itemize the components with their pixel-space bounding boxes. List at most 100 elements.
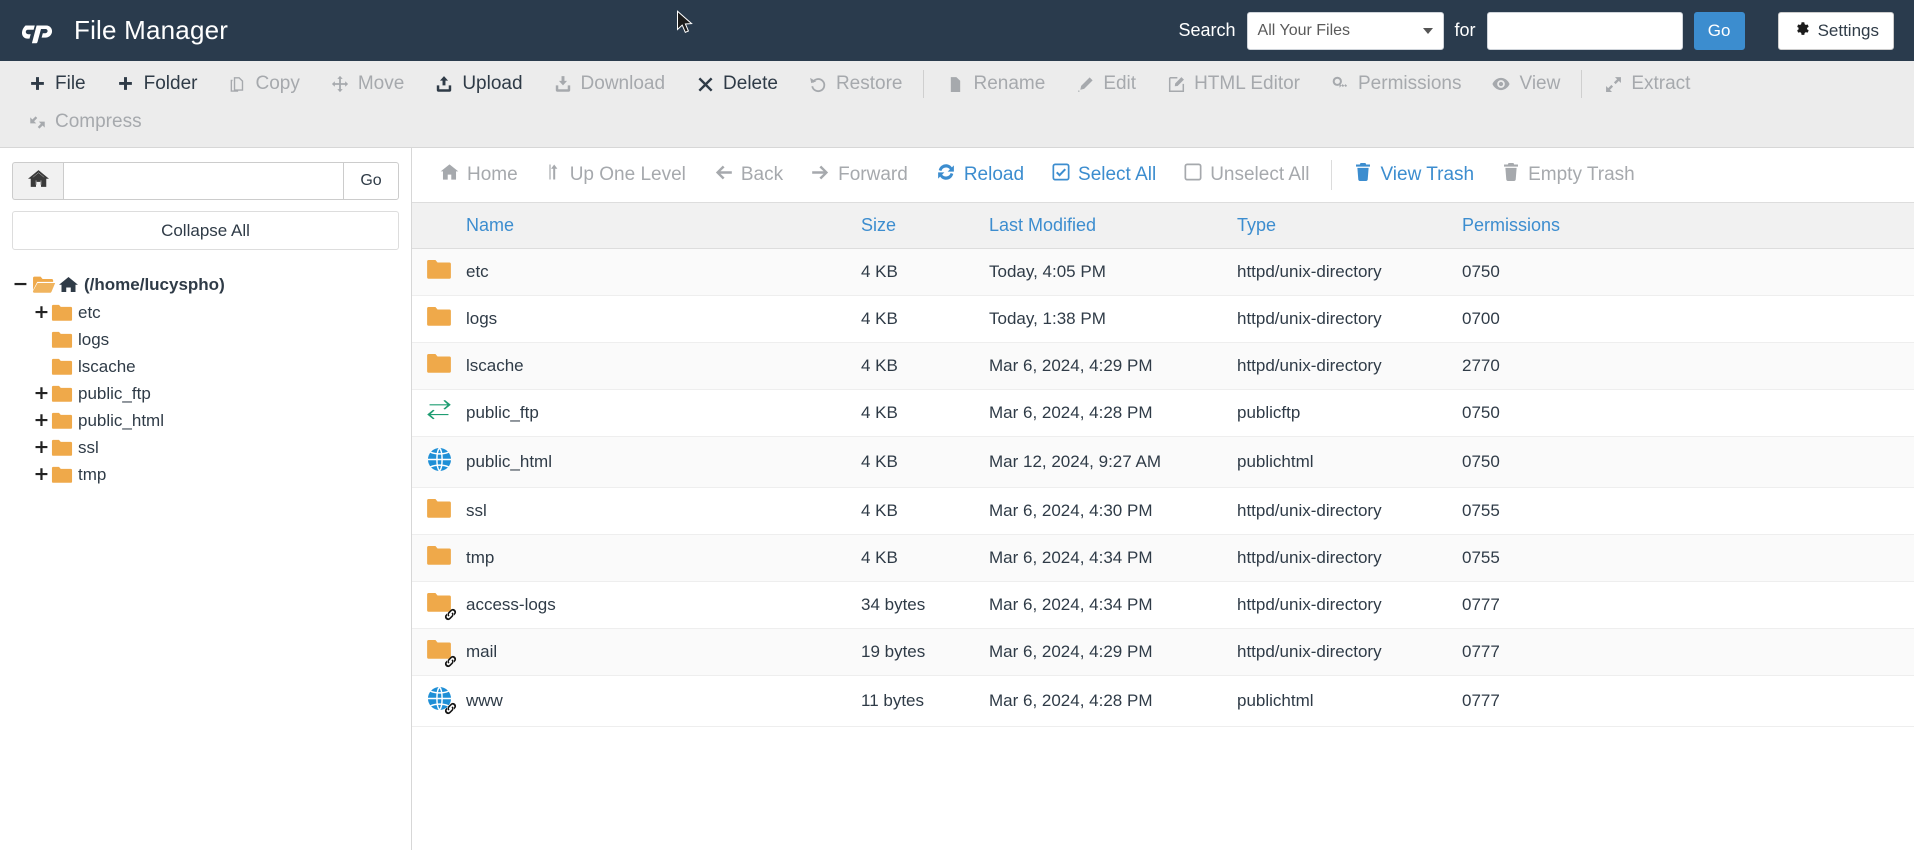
file-modified-cell: Mar 6, 2024, 4:28 PM: [989, 675, 1237, 727]
tree-node-ssl[interactable]: + ssl: [12, 434, 399, 461]
search-input[interactable]: [1486, 11, 1683, 50]
folder-icon: [424, 259, 454, 285]
column-header-permissions[interactable]: Permissions: [1462, 203, 1914, 249]
file-name-cell[interactable]: www: [466, 675, 861, 727]
file-name-cell[interactable]: lscache: [466, 342, 861, 390]
file-name-cell[interactable]: etc: [466, 248, 861, 296]
tree-node-lscache[interactable]: lscache: [12, 353, 399, 380]
ftp-exchange-icon: [424, 400, 454, 426]
path-go-button[interactable]: Go: [343, 162, 399, 200]
toolbar-button-file[interactable]: File: [12, 65, 101, 103]
file-type-cell: httpd/unix-directory: [1237, 487, 1462, 535]
folder-icon: [50, 331, 74, 349]
file-name-cell[interactable]: logs: [466, 295, 861, 343]
file-row[interactable]: public_ftp 4 KB Mar 6, 2024, 4:28 PM public…: [412, 389, 1914, 437]
compress-icon: [27, 112, 47, 132]
file-name-cell[interactable]: tmp: [466, 534, 861, 582]
download-icon: [553, 74, 573, 94]
nav-button-select-all[interactable]: Select All: [1038, 155, 1170, 195]
column-header-name[interactable]: Name: [466, 203, 861, 249]
file-row[interactable]: ssl 4 KB Mar 6, 2024, 4:30 PM httpd/unix-di…: [412, 487, 1914, 535]
column-header-size[interactable]: Size: [861, 203, 989, 249]
file-icon-cell: [412, 295, 466, 343]
collapse-all-button[interactable]: Collapse All: [12, 211, 399, 250]
tree-node-etc[interactable]: + etc: [12, 299, 399, 326]
folder-icon: [50, 412, 74, 430]
toolbar-button-label: Download: [580, 73, 666, 94]
file-icon: [945, 74, 965, 94]
file-size-cell: 4 KB: [861, 534, 989, 582]
file-permissions-cell: 0777: [1462, 675, 1914, 727]
file-name-cell[interactable]: public_html: [466, 436, 861, 488]
globe-link-icon: [424, 686, 457, 715]
file-size-cell: 11 bytes: [861, 675, 989, 727]
nav-button-view-trash[interactable]: View Trash: [1340, 155, 1488, 195]
checkbox-empty-icon: [1184, 163, 1202, 187]
tree-node-tmp[interactable]: + tmp: [12, 461, 399, 488]
nav-separator: [1331, 160, 1333, 190]
file-row[interactable]: logs 4 KB Today, 1:38 PM httpd/unix-directo…: [412, 295, 1914, 343]
tree-expander-icon[interactable]: +: [33, 303, 50, 322]
arrow-right-icon: [811, 163, 830, 188]
nav-button-label: Select All: [1078, 164, 1157, 185]
column-header-last-modified[interactable]: Last Modified: [989, 203, 1237, 249]
file-name-cell[interactable]: ssl: [466, 487, 861, 535]
file-row[interactable]: mail 19 bytes Mar 6, 2024, 4:29 PM httpd/un…: [412, 628, 1914, 676]
trash-icon: [1502, 163, 1520, 187]
plus-icon: [116, 74, 136, 94]
arrow-left-icon: [714, 163, 733, 188]
file-name-cell[interactable]: public_ftp: [466, 389, 861, 437]
file-list-panel: Home Up One Level Back Forward Reload Select …: [412, 148, 1914, 850]
file-row[interactable]: tmp 4 KB Mar 6, 2024, 4:34 PM httpd/unix-di…: [412, 534, 1914, 582]
column-header-type[interactable]: Type: [1237, 203, 1462, 249]
tree-node-public_ftp[interactable]: + public_ftp: [12, 380, 399, 407]
toolbar-button-extract: Extract: [1588, 65, 1705, 103]
file-row[interactable]: etc 4 KB Today, 4:05 PM httpd/unix-director…: [412, 248, 1914, 296]
nav-button-empty-trash: Empty Trash: [1488, 155, 1649, 195]
times-icon: [695, 74, 715, 94]
path-input[interactable]: [63, 162, 343, 200]
settings-button[interactable]: Settings: [1777, 11, 1894, 50]
file-row[interactable]: lscache 4 KB Mar 6, 2024, 4:29 PM httpd/uni…: [412, 342, 1914, 390]
tree-node-logs[interactable]: logs: [12, 326, 399, 353]
expand-icon: [1603, 74, 1623, 94]
search-go-button[interactable]: Go: [1693, 11, 1745, 50]
file-row[interactable]: www 11 bytes Mar 6, 2024, 4:28 PM publichtm…: [412, 675, 1914, 727]
file-table-head: Name Size Last Modified Type Permissions: [412, 203, 1914, 249]
globe-icon: [424, 447, 454, 473]
file-size-cell: 4 KB: [861, 436, 989, 488]
file-row[interactable]: access-logs 34 bytes Mar 6, 2024, 4:34 PM h…: [412, 581, 1914, 629]
file-type-cell: httpd/unix-directory: [1237, 248, 1462, 296]
tree-expander-icon[interactable]: −: [12, 275, 29, 294]
tree-expander-icon[interactable]: +: [33, 411, 50, 430]
tree-node-homelucyspho[interactable]: − (/home/lucyspho): [12, 271, 399, 298]
trash-icon: [1354, 163, 1372, 187]
upload-icon: [434, 74, 454, 94]
brand: File Manager: [22, 14, 228, 48]
file-table: Name Size Last Modified Type Permissions…: [412, 203, 1914, 727]
undo-icon: [808, 74, 828, 94]
file-icon-cell: [412, 436, 466, 488]
path-home-button[interactable]: [12, 162, 63, 200]
tree-node-label: ssl: [78, 437, 99, 457]
tree-expander-icon[interactable]: +: [33, 438, 50, 457]
file-size-cell: 34 bytes: [861, 581, 989, 629]
toolbar-button-delete[interactable]: Delete: [680, 65, 793, 103]
file-icon-cell: [412, 581, 466, 629]
file-name-cell[interactable]: mail: [466, 628, 861, 676]
file-name-cell[interactable]: access-logs: [466, 581, 861, 629]
toolbar-button-label: Delete: [723, 73, 778, 94]
toolbar-button-folder[interactable]: Folder: [101, 65, 213, 103]
arrow-up-icon: [546, 163, 562, 188]
toolbar-button-label: Restore: [835, 73, 903, 94]
nav-button-label: Empty Trash: [1528, 164, 1635, 185]
search-scope-select[interactable]: All Your Files: [1246, 11, 1444, 50]
toolbar-button-label: View: [1519, 73, 1561, 94]
file-row[interactable]: public_html 4 KB Mar 12, 2024, 9:27 AM publ…: [412, 436, 1914, 488]
toolbar-button-upload[interactable]: Upload: [419, 65, 537, 103]
file-type-cell: publichtml: [1237, 675, 1462, 727]
tree-node-public_html[interactable]: + public_html: [12, 407, 399, 434]
tree-expander-icon[interactable]: +: [33, 465, 50, 484]
tree-expander-icon[interactable]: +: [33, 384, 50, 403]
nav-button-reload[interactable]: Reload: [922, 154, 1038, 196]
